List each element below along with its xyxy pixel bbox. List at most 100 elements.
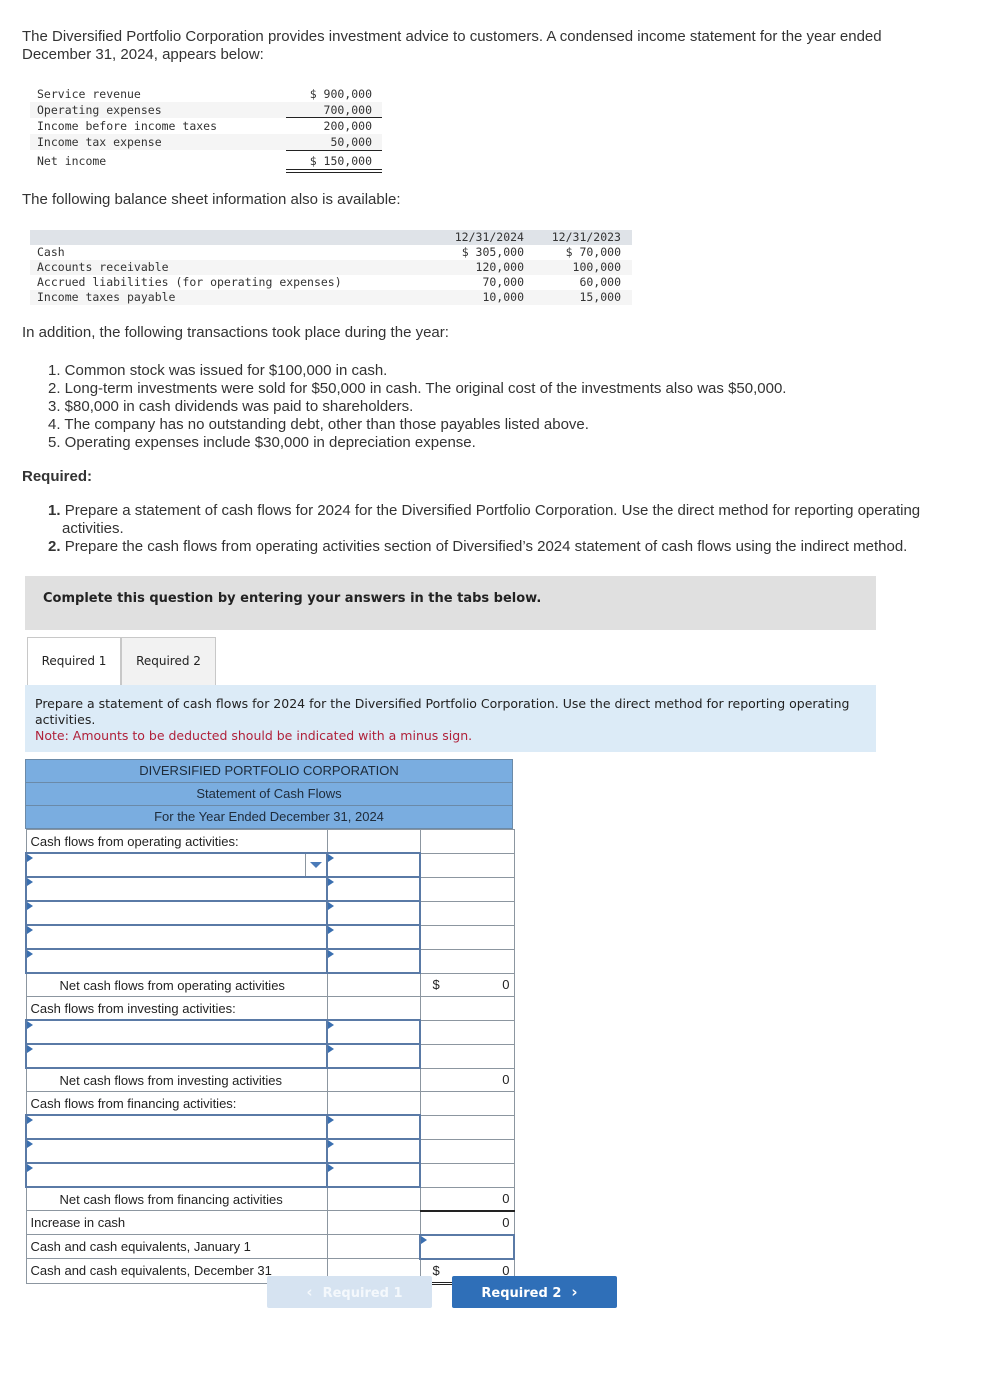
investing-amount-input[interactable] — [326, 1019, 421, 1045]
cell-2024: 70,000 — [482, 275, 524, 289]
input-marker-icon — [328, 1045, 334, 1053]
input-marker-icon — [328, 926, 334, 934]
financing-label-input[interactable] — [25, 1138, 328, 1164]
financing-amount-input[interactable] — [326, 1114, 421, 1140]
empty-cell — [419, 1043, 515, 1069]
financing-input-row — [25, 1114, 515, 1140]
input-marker-icon — [328, 1116, 334, 1124]
subtotal-rule — [286, 150, 382, 151]
income-statement: Service revenue $ 900,000 Operating expe… — [30, 86, 382, 173]
input-marker-icon — [328, 902, 334, 910]
net-financing-value: 0 — [502, 1190, 510, 1206]
empty-cell — [419, 996, 515, 1021]
transaction-item: 1. Common stock was issued for $100,000 … — [48, 362, 388, 379]
balance-header-row: 12/31/2024 12/31/2023 — [30, 230, 632, 245]
requirements-list: 1. Prepare a statement of cash flows for… — [48, 502, 958, 556]
input-marker-icon — [27, 878, 33, 886]
empty-cell — [326, 1234, 421, 1259]
net-operating-label: Net cash flows from operating activities — [25, 972, 328, 997]
operating-amount-input[interactable] — [326, 924, 421, 950]
operating-label-input[interactable] — [25, 900, 328, 926]
balance-row-income-taxes-payable: Income taxes payable 10,000 15,000 — [30, 290, 632, 305]
operating-label-select[interactable] — [25, 852, 328, 878]
requirement-item: 2. Prepare the cash flows from operating… — [48, 538, 958, 556]
instruction-text: Prepare a statement of cash flows for 20… — [35, 696, 850, 727]
row-label: Income tax expense — [37, 135, 162, 149]
next-button-label: Required 2 — [481, 1286, 562, 1301]
currency-symbol: $ — [432, 1262, 440, 1278]
financing-label-input[interactable] — [25, 1162, 328, 1188]
increase-value: 0 — [502, 1214, 510, 1230]
operating-amount-input[interactable] — [326, 876, 421, 902]
financing-label-input[interactable] — [25, 1114, 328, 1140]
row-label: Accounts receivable — [37, 260, 169, 274]
cash-flow-statement: DIVERSIFIED PORTFOLIO CORPORATION Statem… — [25, 759, 515, 1285]
row-amount: 200,000 — [323, 119, 372, 133]
requirement-number: 1. — [48, 502, 61, 519]
balance-row-accrued-liabilities: Accrued liabilities (for operating expen… — [30, 275, 632, 290]
dropdown-arrow-icon[interactable] — [305, 854, 326, 876]
financing-input-row — [25, 1162, 515, 1188]
empty-cell — [326, 996, 421, 1021]
cell-2023: 15,000 — [579, 290, 621, 304]
row-label: Accrued liabilities (for operating expen… — [37, 275, 342, 289]
required-heading: Required: — [22, 468, 93, 485]
statement-company-name: DIVERSIFIED PORTFOLIO CORPORATION — [25, 759, 513, 783]
empty-cell — [419, 948, 515, 974]
empty-cell — [419, 1138, 515, 1164]
requirement-text: Prepare a statement of cash flows for 20… — [62, 502, 921, 537]
empty-cell — [419, 900, 515, 926]
transaction-item: 4. The company has no outstanding debt, … — [48, 416, 589, 433]
investing-heading: Cash flows from investing activities: — [25, 996, 328, 1021]
cell-2024: $ 305,000 — [461, 245, 524, 259]
jan1-amount-input[interactable] — [419, 1233, 515, 1260]
section-heading-row: Cash flows from financing activities: — [25, 1091, 515, 1116]
operating-label-input[interactable] — [25, 948, 328, 974]
subtotal-rule — [286, 117, 382, 118]
input-marker-icon — [328, 854, 334, 862]
investing-label-input[interactable] — [25, 1043, 328, 1069]
net-financing-row: Net cash flows from financing activities… — [25, 1186, 515, 1211]
operating-label-input[interactable] — [25, 924, 328, 950]
empty-cell — [326, 1210, 421, 1235]
row-label: Income taxes payable — [37, 290, 176, 304]
empty-cell — [326, 829, 421, 854]
input-marker-icon — [27, 926, 33, 934]
operating-amount-input[interactable] — [326, 900, 421, 926]
investing-amount-input[interactable] — [326, 1043, 421, 1069]
row-amount: 700,000 — [323, 103, 372, 117]
operating-amount-input[interactable] — [326, 948, 421, 974]
section-heading-row: Cash flows from operating activities: — [25, 829, 515, 854]
net-financing-label: Net cash flows from financing activities — [25, 1186, 328, 1211]
financing-amount-input[interactable] — [326, 1138, 421, 1164]
investing-input-row — [25, 1043, 515, 1069]
balance-row-cash: Cash $ 305,000 $ 70,000 — [30, 245, 632, 260]
empty-cell — [419, 924, 515, 950]
statement-grid: Cash flows from operating activities: Ne… — [25, 829, 515, 1285]
row-label: Net income — [37, 154, 107, 168]
investing-label-input[interactable] — [25, 1019, 328, 1045]
balance-sheet-table: 12/31/2024 12/31/2023 Cash $ 305,000 $ 7… — [30, 230, 632, 305]
net-investing-total: 0 — [419, 1067, 515, 1092]
empty-cell — [326, 1186, 421, 1211]
operating-input-row — [25, 924, 515, 950]
tab-required-2[interactable]: Required 2 — [121, 637, 216, 685]
cell-2024: 120,000 — [475, 260, 524, 274]
prev-required-button[interactable]: ‹ Required 1 — [267, 1276, 432, 1308]
tab-required-1[interactable]: Required 1 — [27, 637, 121, 686]
operating-amount-input[interactable] — [326, 852, 421, 878]
net-operating-total: $0 — [419, 972, 515, 997]
requirement-number: 2. — [48, 538, 61, 555]
cell-2023: $ 70,000 — [565, 245, 621, 259]
row-amount: 50,000 — [330, 135, 372, 149]
cash-jan1-row: Cash and cash equivalents, January 1 — [25, 1233, 515, 1260]
operating-label-input[interactable] — [25, 876, 328, 902]
financing-input-row — [25, 1138, 515, 1164]
col-header-2024: 12/31/2024 — [454, 230, 524, 244]
note-text: Note: Amounts to be deducted should be i… — [35, 728, 473, 743]
input-marker-icon — [27, 854, 33, 862]
next-required-button[interactable]: Required 2 › — [452, 1276, 617, 1308]
financing-amount-input[interactable] — [326, 1162, 421, 1188]
operating-input-row — [25, 876, 515, 902]
cell-2024: 10,000 — [482, 290, 524, 304]
